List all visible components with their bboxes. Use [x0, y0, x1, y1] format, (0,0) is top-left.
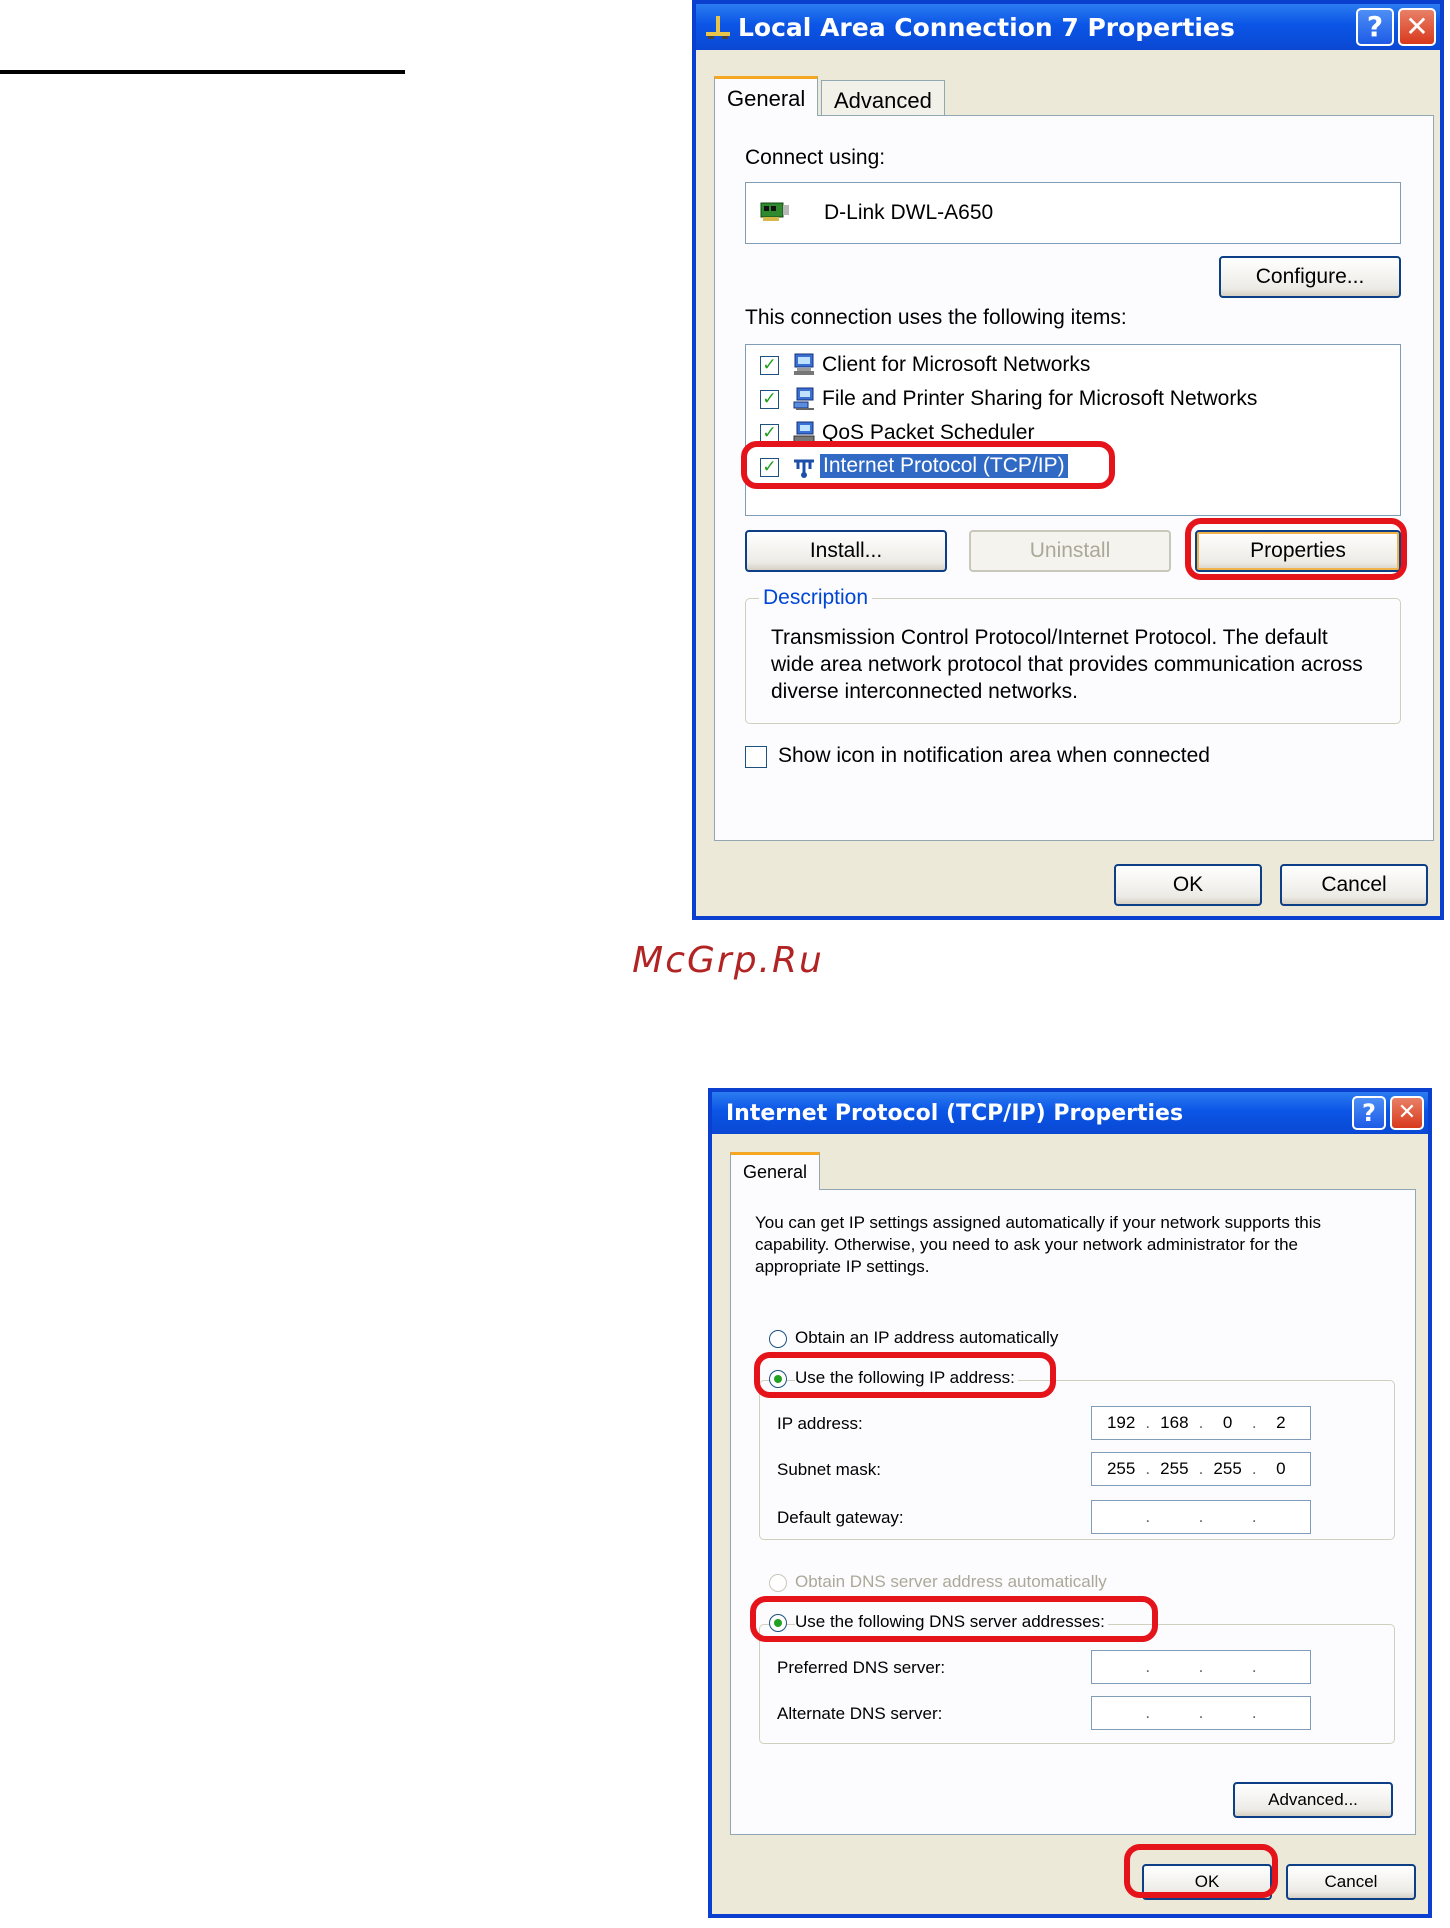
- gateway-label: Default gateway:: [777, 1508, 904, 1527]
- subnet-mask-label: Subnet mask:: [777, 1460, 881, 1479]
- network-client-icon: [794, 353, 814, 375]
- configure-button[interactable]: Configure...: [1219, 256, 1401, 298]
- adapter-name: D-Link DWL-A650: [824, 201, 994, 224]
- obtain-dns-radio[interactable]: [769, 1574, 787, 1592]
- ip-octet: 168: [1160, 1413, 1189, 1432]
- tcpip-properties-window: Internet Protocol (TCP/IP) Properties ? …: [708, 1088, 1432, 1918]
- description-title: Description: [759, 586, 873, 610]
- show-icon-label: Show icon in notification area when conn…: [778, 744, 1210, 767]
- close-button[interactable]: ✕: [1398, 8, 1436, 46]
- header-rule: [0, 70, 405, 74]
- watermark: McGrp.Ru: [632, 940, 824, 981]
- advanced-button-label: Advanced...: [1268, 1790, 1358, 1809]
- item-checkbox[interactable]: ✓: [760, 390, 779, 409]
- uninstall-button-label: Uninstall: [1029, 539, 1111, 562]
- item-checkbox[interactable]: ✓: [760, 356, 779, 375]
- ip-address-field[interactable]: 192. 168. 0. 2: [1091, 1406, 1311, 1440]
- adapter-field: D-Link DWL-A650: [745, 182, 1401, 244]
- tcpip-item-highlight: [741, 441, 1115, 489]
- obtain-ip-radio[interactable]: [769, 1330, 787, 1348]
- install-button[interactable]: Install...: [745, 530, 947, 572]
- tab-general[interactable]: General: [730, 1152, 821, 1190]
- list-item[interactable]: ✓ Client for Microsoft Networks: [746, 349, 1396, 381]
- components-list[interactable]: ✓ Client for Microsoft Networks ✓ File a…: [745, 344, 1401, 516]
- alternate-dns-label: Alternate DNS server:: [777, 1704, 943, 1723]
- file-sharing-icon: [793, 387, 814, 410]
- cancel-button-label: Cancel: [1321, 873, 1387, 896]
- network-connection-icon: [706, 16, 730, 39]
- ip-address-label: IP address:: [777, 1414, 863, 1433]
- properties-button-highlight: [1185, 518, 1407, 580]
- window-title: Internet Protocol (TCP/IP) Properties: [726, 1101, 1184, 1126]
- subnet-octet: 255: [1106, 1459, 1136, 1478]
- close-button[interactable]: ✕: [1390, 1096, 1424, 1130]
- obtain-dns-label: Obtain DNS server address automatically: [795, 1572, 1107, 1591]
- subnet-octet: 0: [1276, 1459, 1286, 1478]
- ip-octet: 2: [1276, 1413, 1286, 1432]
- subnet-octet: 255: [1213, 1459, 1242, 1478]
- items-label: This connection uses the following items…: [745, 306, 1127, 329]
- cancel-button[interactable]: Cancel: [1286, 1864, 1416, 1900]
- list-item[interactable]: ✓ File and Printer Sharing for Microsoft…: [746, 383, 1396, 415]
- tab-general[interactable]: General: [714, 76, 819, 116]
- obtain-ip-label: Obtain an IP address automatically: [795, 1328, 1059, 1347]
- preferred-dns-label: Preferred DNS server:: [777, 1658, 946, 1677]
- network-card-icon: [760, 202, 789, 221]
- title-bar[interactable]: Local Area Connection 7 Properties ? ✕: [696, 4, 1440, 50]
- ip-octet: 192: [1106, 1413, 1136, 1432]
- use-dns-highlight: [750, 1596, 1158, 1642]
- subnet-octet: 255: [1160, 1459, 1189, 1478]
- description-text: Transmission Control Protocol/Internet P…: [771, 626, 1363, 703]
- ip-octet: 0: [1222, 1413, 1233, 1432]
- advanced-button[interactable]: Advanced...: [1233, 1782, 1393, 1818]
- intro-text: You can get IP settings assigned automat…: [755, 1213, 1322, 1276]
- use-ip-highlight: [754, 1352, 1056, 1398]
- configure-button-label: Configure...: [1255, 265, 1365, 288]
- gateway-field[interactable]: . . .: [1091, 1500, 1311, 1534]
- alternate-dns-field[interactable]: . . .: [1091, 1696, 1311, 1730]
- item-label: Client for Microsoft Networks: [822, 353, 1091, 376]
- help-button[interactable]: ?: [1352, 1096, 1386, 1130]
- ok-button-label: OK: [1172, 873, 1204, 896]
- help-button[interactable]: ?: [1356, 8, 1394, 46]
- install-button-label: Install...: [809, 539, 883, 562]
- show-icon-checkbox[interactable]: [745, 746, 767, 768]
- window-title: Local Area Connection 7 Properties: [738, 13, 1235, 42]
- item-label: File and Printer Sharing for Microsoft N…: [822, 387, 1258, 410]
- preferred-dns-field[interactable]: . . .: [1091, 1650, 1311, 1684]
- cancel-button[interactable]: Cancel: [1280, 864, 1428, 906]
- tab-advanced[interactable]: Advanced: [821, 80, 945, 116]
- subnet-mask-field[interactable]: 255. 255. 255. 0: [1091, 1452, 1311, 1486]
- cancel-button-label: Cancel: [1324, 1872, 1378, 1891]
- general-panel: You can get IP settings assigned automat…: [730, 1189, 1416, 1835]
- connect-using-label: Connect using:: [745, 146, 886, 169]
- title-bar[interactable]: Internet Protocol (TCP/IP) Properties ? …: [712, 1092, 1428, 1134]
- uninstall-button[interactable]: Uninstall: [969, 530, 1171, 572]
- ok-button[interactable]: OK: [1114, 864, 1262, 906]
- ok-button-highlight: [1124, 1844, 1278, 1898]
